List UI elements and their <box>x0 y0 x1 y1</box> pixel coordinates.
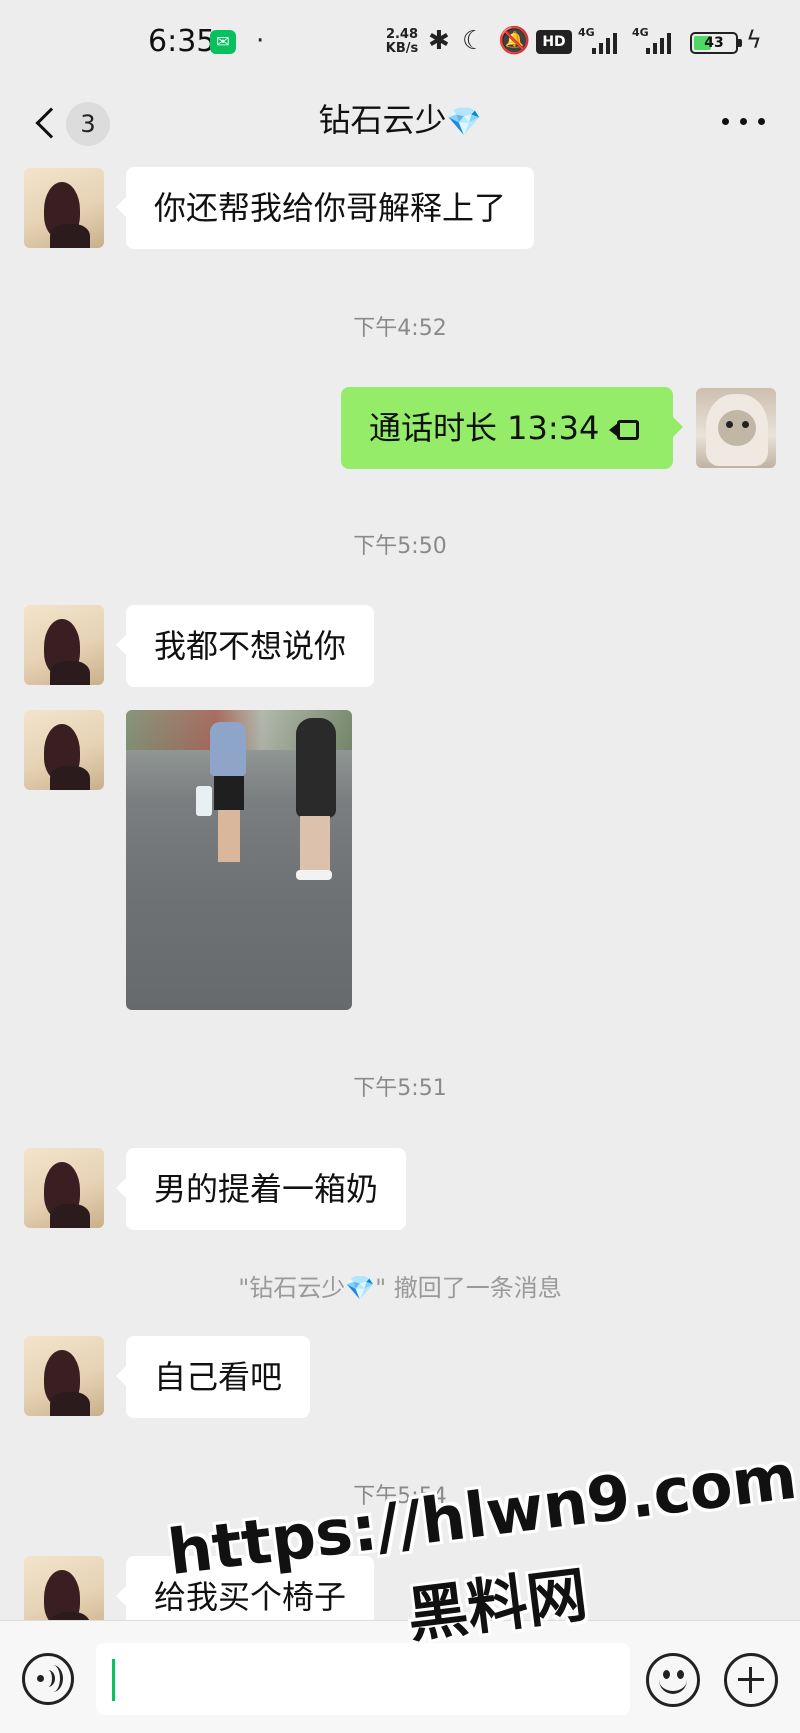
text-caret <box>112 1659 115 1701</box>
chevron-left-icon <box>35 107 67 139</box>
bluetooth-icon: ✱ <box>428 26 450 56</box>
chat-title: 钻石云少💎 <box>0 90 800 150</box>
voice-input-button[interactable] <box>22 1653 74 1705</box>
signal-icon: 4G <box>578 26 626 56</box>
timestamp: 下午5:50 <box>353 534 447 559</box>
wechat-icon: ✉ <box>210 30 236 54</box>
chat-title-text: 钻石云少 <box>318 101 447 139</box>
diamond-icon: 💎 <box>446 105 482 138</box>
moon-icon: ☾ <box>462 26 486 56</box>
status-time: 6:35 <box>148 24 216 59</box>
network-speed-value: 2.48 <box>385 27 419 42</box>
timestamp: 下午4:52 <box>353 316 447 341</box>
network-speed-unit: KB/s <box>385 41 419 56</box>
message-bubble[interactable]: 你还帮我给你哥解释上了 <box>115 167 535 249</box>
battery-level: 43 <box>704 35 724 51</box>
contact-avatar[interactable] <box>24 1336 104 1416</box>
contact-avatar[interactable] <box>24 168 104 248</box>
contact-avatar[interactable] <box>24 1148 104 1228</box>
timestamp: 下午5:51 <box>353 1076 447 1101</box>
emoji-button[interactable] <box>646 1653 700 1707</box>
more-button[interactable] <box>720 106 770 136</box>
mute-bell-icon: 🔕 <box>498 26 531 56</box>
message-bubble[interactable]: 自己看吧 <box>115 1336 311 1418</box>
network-speed: 2.48 KB/s <box>382 28 422 56</box>
charging-icon: ϟ <box>746 26 762 54</box>
more-icon <box>722 118 729 125</box>
unread-count-badge: 3 <box>66 102 110 146</box>
call-record-bubble[interactable]: 通话时长 13:34 <box>341 387 683 469</box>
back-button[interactable]: 3 <box>26 98 110 154</box>
contact-avatar[interactable] <box>24 605 104 685</box>
contact-avatar[interactable] <box>24 710 104 790</box>
more-functions-button[interactable] <box>724 1653 778 1707</box>
message-input[interactable] <box>96 1643 630 1715</box>
timestamp: 下午5:54 <box>353 1484 447 1509</box>
hd-icon: HD <box>536 30 572 54</box>
battery-icon: 43 <box>690 32 742 54</box>
message-bubble[interactable]: 男的提着一箱奶 <box>115 1148 407 1230</box>
my-avatar[interactable] <box>696 388 776 468</box>
input-bar <box>0 1620 800 1733</box>
status-dot: · <box>256 26 265 56</box>
message-bubble[interactable]: 我都不想说你 <box>115 605 375 687</box>
signal-icon: 4G <box>632 26 680 56</box>
call-duration-text: 通话时长 13:34 <box>369 409 600 447</box>
photo-message[interactable] <box>126 710 352 1010</box>
recall-notice: "钻石云少💎" 撤回了一条消息 <box>238 1274 562 1302</box>
chat-header: 钻石云少💎 3 <box>0 90 800 170</box>
video-call-icon <box>609 418 641 442</box>
status-bar: 6:35 ✉ · 2.48 KB/s ✱ ☾ 🔕 HD 4G 4G 43 ϟ <box>0 0 800 90</box>
